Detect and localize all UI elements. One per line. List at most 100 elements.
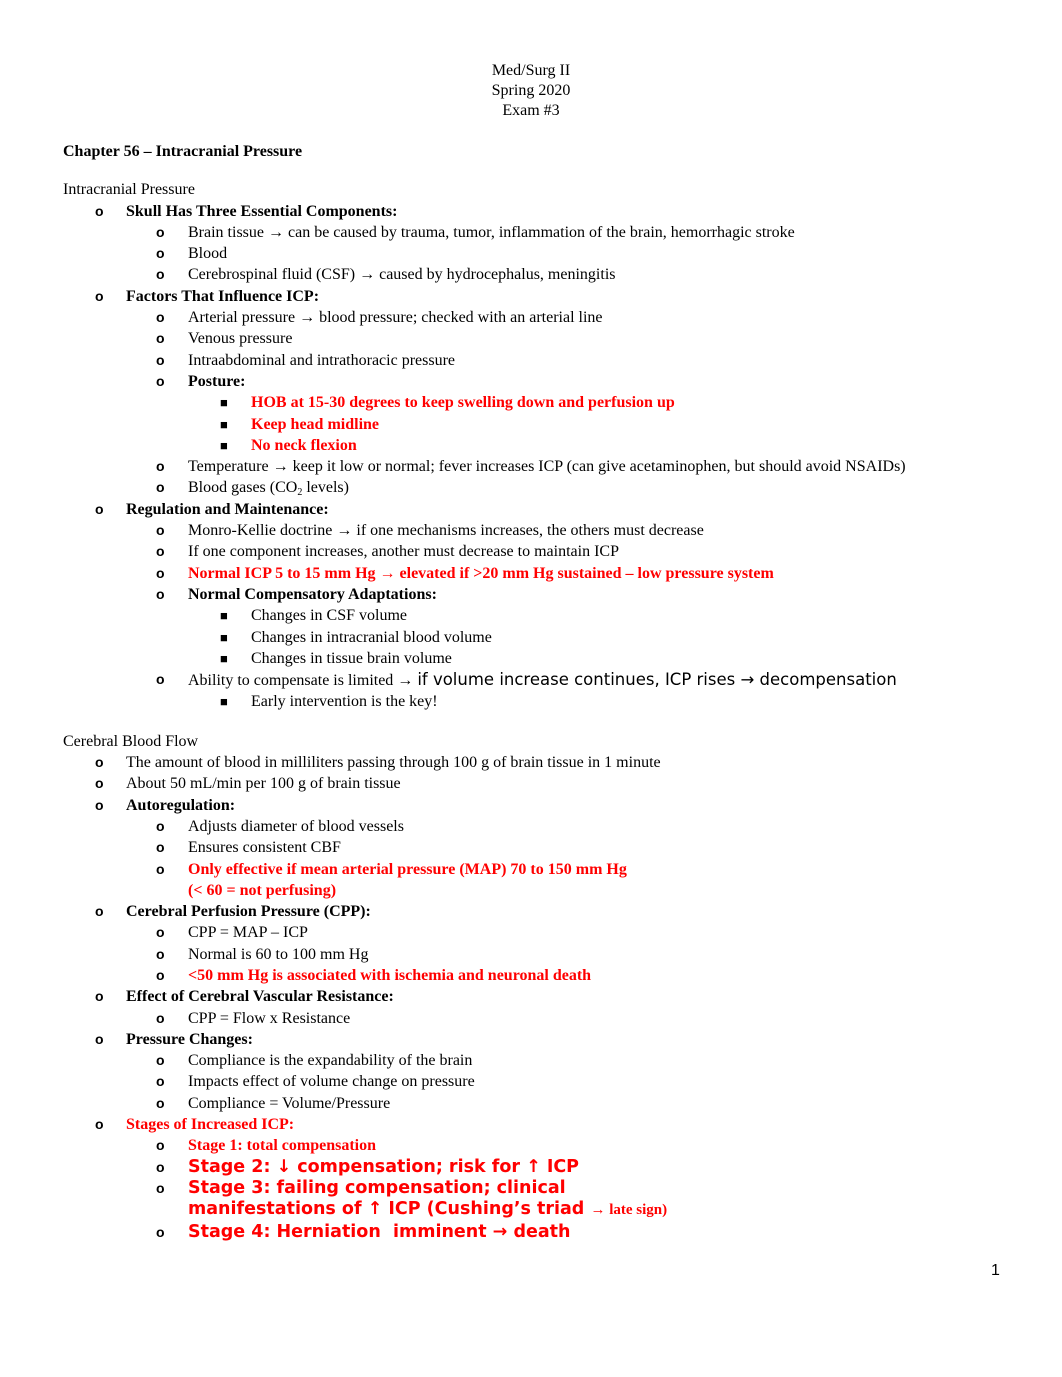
list-item: o Ability to compensate is limited → if …: [156, 670, 897, 690]
list-item: ■ Changes in CSF volume: [63, 605, 1023, 626]
circle-bullet-icon: o: [156, 966, 165, 983]
circle-bullet-icon: o: [95, 775, 104, 792]
document-header: Med/Surg II Spring 2020 Exam #3: [0, 61, 1062, 121]
list-item: o Normal is 60 to 100 mm Hg: [63, 944, 1023, 965]
circle-bullet-icon: o: [156, 671, 165, 688]
list-item: o Stage 4: Herniation imminent → death: [156, 1221, 571, 1242]
section-title-icp: Intracranial Pressure: [63, 181, 195, 199]
list-item-continuation: (< 60 = not perfusing): [188, 881, 337, 899]
list-item: ■ Changes in intracranial blood volume: [63, 627, 1023, 648]
list-item: ■ Changes in tissue brain volume: [63, 648, 1023, 669]
list-item: o Normal ICP 5 to 15 mm Hg → elevated if…: [63, 563, 1023, 584]
list-item: o CPP = MAP – ICP: [63, 922, 1023, 943]
list-item: o About 50 mL/min per 100 g of brain tis…: [63, 773, 1023, 794]
list-item: o Impacts effect of volume change on pre…: [63, 1071, 1023, 1092]
circle-bullet-icon: o: [95, 1030, 104, 1047]
circle-bullet-icon: o: [156, 1052, 165, 1069]
circle-bullet-icon: o: [95, 500, 104, 517]
list-item-continuation: manifestations of ↑ ICP (Cushing’s triad…: [188, 1199, 668, 1220]
list-item: o Adjusts diameter of blood vessels: [63, 816, 1023, 837]
list-item: o Factors That Influence ICP:: [63, 286, 1023, 307]
square-bullet-icon: ■: [220, 694, 228, 710]
list-item: o Stages of Increased ICP:: [63, 1114, 1023, 1135]
list-item: ■ HOB at 15-30 degrees to keep swelling …: [63, 392, 1023, 413]
list-item: ■ Keep head midline: [63, 414, 1023, 435]
list-item: o Compliance = Volume/Pressure: [63, 1093, 1023, 1114]
circle-bullet-icon: o: [156, 1179, 165, 1196]
list-item: o Stage 3: failing compensation; clinica…: [156, 1177, 566, 1198]
circle-bullet-icon: o: [156, 458, 165, 475]
circle-bullet-icon: o: [156, 564, 165, 581]
list-item: o Brain tissue → can be caused by trauma…: [63, 222, 1023, 243]
circle-bullet-icon: o: [156, 245, 165, 262]
circle-bullet-icon: o: [156, 585, 165, 602]
circle-bullet-icon: o: [156, 309, 165, 326]
circle-bullet-icon: o: [156, 330, 165, 347]
circle-bullet-icon: o: [156, 860, 165, 877]
list-item: o Blood: [63, 243, 1023, 264]
circle-bullet-icon: o: [156, 266, 165, 283]
list-item: o Only effective if mean arterial pressu…: [63, 859, 1023, 880]
list-item: o Monro-Kellie doctrine → if one mechani…: [63, 520, 1023, 541]
circle-bullet-icon: o: [156, 839, 165, 856]
circle-bullet-icon: o: [95, 1116, 104, 1133]
document-page: Med/Surg II Spring 2020 Exam #3 Chapter …: [0, 0, 1062, 1377]
circle-bullet-icon: o: [156, 479, 165, 496]
list-item: o Stage 2: ↓ compensation; risk for ↑ IC…: [156, 1156, 580, 1177]
document-body: Chapter 56 – Intracranial Pressure Intra…: [63, 141, 1023, 1243]
list-item: o Arterial pressure → blood pressure; ch…: [63, 307, 1023, 328]
list-item: o Pressure Changes:: [63, 1029, 1023, 1050]
list-item: o Ensures consistent CBF: [63, 837, 1023, 858]
list-item: o Stage 1: total compensation: [63, 1135, 1023, 1156]
circle-bullet-icon: o: [95, 796, 104, 813]
list-item: o Blood gases (CO2 levels): [156, 479, 349, 499]
circle-bullet-icon: o: [156, 372, 165, 389]
circle-bullet-icon: o: [95, 988, 104, 1005]
circle-bullet-icon: o: [156, 817, 165, 834]
list-item: o Cerebrospinal fluid (CSF) → caused by …: [63, 264, 1023, 285]
list-item: o Intraabdominal and intrathoracic press…: [63, 350, 1023, 371]
square-bullet-icon: ■: [220, 437, 228, 453]
exam-title: Exam #3: [502, 102, 560, 119]
circle-bullet-icon: o: [156, 945, 165, 962]
circle-bullet-icon: o: [156, 543, 165, 560]
circle-bullet-icon: o: [156, 223, 165, 240]
list-item: o Posture:: [63, 371, 1023, 392]
circle-bullet-icon: o: [95, 287, 104, 304]
list-item: o CPP = Flow x Resistance: [63, 1008, 1023, 1029]
square-bullet-icon: ■: [220, 416, 228, 432]
circle-bullet-icon: o: [95, 202, 104, 219]
list-item: ■ Early intervention is the key!: [63, 691, 1023, 712]
section-title-cbf: Cerebral Blood Flow: [63, 732, 199, 750]
circle-bullet-icon: o: [156, 522, 165, 539]
circle-bullet-icon: o: [156, 1137, 165, 1154]
circle-bullet-icon: o: [156, 1223, 165, 1240]
chapter-title: Chapter 56 – Intracranial Pressure: [63, 143, 303, 160]
circle-bullet-icon: o: [156, 1009, 165, 1026]
circle-bullet-icon: o: [156, 1158, 165, 1175]
list-item: o Regulation and Maintenance:: [63, 499, 1023, 520]
circle-bullet-icon: o: [95, 754, 104, 771]
page-number: 1: [991, 1262, 1000, 1279]
list-item: o Normal Compensatory Adaptations:: [63, 584, 1023, 605]
list-item: o The amount of blood in milliliters pas…: [63, 752, 1023, 773]
circle-bullet-icon: o: [156, 1094, 165, 1111]
list-item: o Effect of Cerebral Vascular Resistance…: [63, 986, 1023, 1007]
list-item: o Venous pressure: [63, 328, 1023, 349]
list-item: o If one component increases, another mu…: [63, 541, 1023, 562]
circle-bullet-icon: o: [156, 1073, 165, 1090]
course-title: Med/Surg II: [491, 62, 571, 79]
list-item: o Temperature → keep it low or normal; f…: [63, 456, 1023, 477]
square-bullet-icon: ■: [220, 608, 228, 624]
list-item: o Cerebral Perfusion Pressure (CPP):: [63, 901, 1023, 922]
circle-bullet-icon: o: [95, 903, 104, 920]
list-item: o Skull Has Three Essential Components:: [63, 201, 1023, 222]
circle-bullet-icon: o: [156, 924, 165, 941]
list-item: o <50 mm Hg is associated with ischemia …: [63, 965, 1023, 986]
list-item: o Autoregulation:: [63, 795, 1023, 816]
term: Spring 2020: [491, 82, 571, 99]
square-bullet-icon: ■: [220, 629, 228, 645]
list-item: ■ No neck flexion: [63, 435, 1023, 456]
square-bullet-icon: ■: [220, 650, 228, 666]
square-bullet-icon: ■: [220, 395, 228, 411]
